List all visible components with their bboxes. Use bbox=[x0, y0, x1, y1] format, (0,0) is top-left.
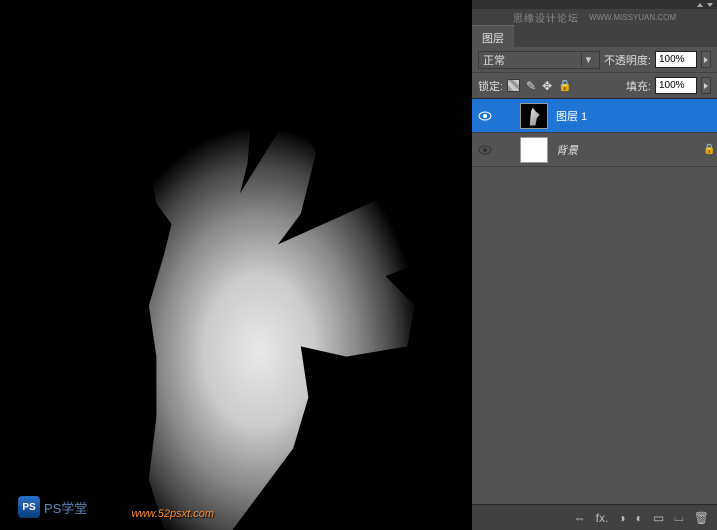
layer-lock-indicator: 🔒 bbox=[703, 144, 717, 155]
blend-opacity-row: 正常 ▾ 不透明度: 100% bbox=[472, 47, 717, 73]
collapse-right-icon bbox=[707, 3, 713, 7]
layer-thumbnail[interactable] bbox=[520, 103, 548, 129]
watermark-bottom-left: PS PS学堂 bbox=[18, 496, 87, 518]
layer-list: 图层 1 背景 🔒 bbox=[472, 99, 717, 504]
new-group-icon[interactable]: ▭ bbox=[653, 511, 664, 525]
layer-mask-icon[interactable]: ◑ bbox=[618, 511, 625, 525]
chevron-down-icon: ▾ bbox=[581, 53, 595, 66]
ps-badge-icon: PS bbox=[18, 496, 40, 518]
watermark-top: 思缘设计论坛 WWW.MISSYUAN.COM bbox=[472, 9, 717, 25]
collapse-left-icon bbox=[697, 3, 703, 7]
opacity-value: 100% bbox=[659, 54, 685, 65]
panel-collapse-bar[interactable] bbox=[472, 0, 717, 9]
new-layer-icon[interactable]: ⌴ bbox=[674, 510, 684, 525]
lock-transparent-icon[interactable] bbox=[507, 79, 520, 92]
watermark-forum-text: 思缘设计论坛 bbox=[513, 10, 579, 25]
lock-pixels-icon[interactable]: ✎ bbox=[526, 79, 536, 93]
canvas-image-hand bbox=[50, 20, 430, 530]
lock-position-icon[interactable]: ✥ bbox=[542, 79, 552, 93]
panel-tabs: 图层 bbox=[472, 25, 717, 47]
link-layers-icon[interactable]: ⇔ bbox=[574, 511, 586, 525]
layers-panel: 思缘设计论坛 WWW.MISSYUAN.COM 图层 正常 ▾ 不透明度: 10… bbox=[472, 0, 717, 530]
watermark-bottom-right: www.52psxt.com bbox=[131, 508, 214, 520]
layer-name[interactable]: 背景 bbox=[556, 142, 695, 158]
opacity-label: 不透明度: bbox=[604, 52, 651, 68]
lock-fill-row: 锁定: ✎ ✥ 🔒 填充: 100% bbox=[472, 73, 717, 99]
fill-label: 填充: bbox=[626, 78, 651, 94]
fill-input[interactable]: 100% bbox=[655, 77, 697, 94]
blend-mode-select[interactable]: 正常 ▾ bbox=[478, 51, 600, 69]
blend-mode-value: 正常 bbox=[483, 52, 505, 68]
lock-buttons: ✎ ✥ 🔒 bbox=[507, 79, 572, 93]
fill-nudge-icon[interactable] bbox=[701, 77, 711, 94]
eye-icon bbox=[478, 111, 492, 121]
layer-row[interactable]: 背景 🔒 bbox=[472, 133, 717, 167]
opacity-nudge-icon[interactable] bbox=[701, 51, 711, 68]
lock-all-icon[interactable]: 🔒 bbox=[558, 79, 572, 92]
canvas-area[interactable]: PS PS学堂 www.52psxt.com bbox=[0, 0, 472, 530]
adjustment-layer-icon[interactable]: ◐ bbox=[636, 511, 643, 525]
watermark-ps-text: PS学堂 bbox=[44, 498, 87, 517]
eye-icon bbox=[478, 145, 492, 155]
watermark-url-text: WWW.MISSYUAN.COM bbox=[589, 13, 676, 22]
delete-layer-icon[interactable]: 🗑 bbox=[694, 511, 709, 525]
layer-name[interactable]: 图层 1 bbox=[556, 108, 695, 124]
opacity-input[interactable]: 100% bbox=[655, 51, 697, 68]
lock-label: 锁定: bbox=[478, 78, 503, 94]
layer-thumbnail[interactable] bbox=[520, 137, 548, 163]
tab-layers[interactable]: 图层 bbox=[472, 25, 514, 47]
layer-fx-icon[interactable]: fx. bbox=[596, 511, 609, 525]
visibility-toggle[interactable] bbox=[478, 143, 492, 157]
panel-footer: ⇔ fx. ◑ ◐ ▭ ⌴ 🗑 bbox=[472, 504, 717, 530]
layer-row[interactable]: 图层 1 bbox=[472, 99, 717, 133]
fill-value: 100% bbox=[659, 80, 685, 91]
visibility-toggle[interactable] bbox=[478, 109, 492, 123]
